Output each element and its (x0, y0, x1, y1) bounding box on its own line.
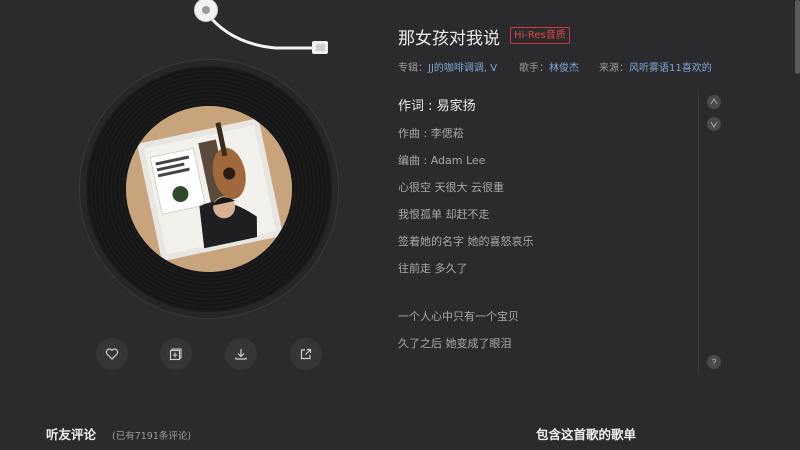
lyric-line: 作曲 : 李偲菘 (398, 127, 464, 140)
question-icon (712, 358, 717, 365)
font-decrease-icon (710, 121, 718, 128)
share-button[interactable] (290, 338, 322, 370)
add-to-playlist-button[interactable] (160, 338, 192, 370)
lyric-line: 心很空 天很大 云很重 (398, 181, 504, 194)
page-scrollbar-thumb[interactable] (795, 0, 800, 74)
download-icon (235, 349, 247, 360)
album-link[interactable]: JJ的咖啡调调, V (428, 63, 497, 74)
vinyl-record (86, 66, 332, 312)
source-meta: 来源：风听雾语11喜欢的 (599, 59, 712, 74)
source-label: 来源： (599, 63, 629, 74)
source-link[interactable]: 风听雾语11喜欢的 (629, 63, 712, 74)
playlists-title: 包含这首歌的歌单 (536, 427, 637, 442)
album-meta: 专辑：JJ的咖啡调调, V (398, 59, 497, 74)
lyric-line: 往前走 多久了 (398, 262, 468, 275)
album-label: 专辑： (398, 63, 428, 74)
heart-icon (105, 348, 119, 360)
lyric-line: 签着她的名字 她的喜怒哀乐 (398, 235, 534, 248)
lyrics-scrollbar-track[interactable] (698, 92, 699, 374)
artist-label: 歌手： (519, 63, 549, 74)
album-cover (126, 106, 292, 272)
download-button[interactable] (225, 338, 257, 370)
artist-meta: 歌手：林俊杰 (519, 59, 579, 74)
lyric-line: 一个人心中只有一个宝贝 (398, 310, 519, 323)
comment-count: (已有7191条评论) (112, 431, 192, 442)
share-icon (300, 348, 312, 360)
lyric-line: 编曲 : Adam Lee (398, 154, 486, 167)
comments-title: 听友评论 (46, 427, 97, 442)
lyric-line: 我恨孤单 却赶不走 (398, 208, 490, 221)
artist-link[interactable]: 林俊杰 (549, 63, 579, 74)
lyrics-help-button[interactable] (707, 355, 721, 369)
lyric-line: 久了之后 她变成了眼泪 (398, 337, 512, 350)
lyric-line-current: 作词 : 易家扬 (398, 99, 476, 114)
lyrics-font-up-button[interactable] (707, 95, 721, 109)
hires-badge[interactable]: Hi-Res音质 (510, 27, 570, 44)
add-to-playlist-icon (169, 348, 182, 361)
like-button[interactable] (96, 338, 128, 370)
lyrics-font-down-button[interactable] (707, 117, 721, 131)
song-title: 那女孩对我说 (398, 29, 500, 49)
lyrics-panel: 作词 : 易家扬 作曲 : 李偲菘 编曲 : Adam Lee 心很空 天很大 … (398, 98, 688, 362)
font-increase-icon (710, 98, 718, 105)
